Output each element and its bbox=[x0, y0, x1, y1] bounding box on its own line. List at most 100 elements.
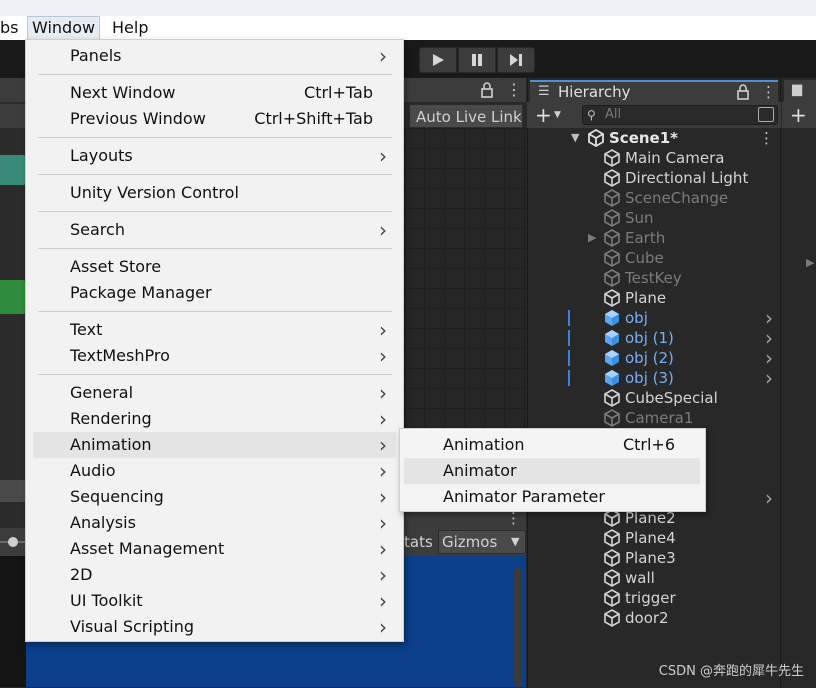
prefab-cube-icon bbox=[603, 349, 621, 367]
menu-item-rendering[interactable]: Rendering› bbox=[26, 406, 403, 432]
gameobject-cube-icon bbox=[603, 529, 621, 547]
menu-item-next-window[interactable]: Next WindowCtrl+Tab bbox=[26, 80, 403, 106]
chevron-right-icon[interactable]: › bbox=[765, 308, 773, 328]
chevron-right-icon[interactable]: › bbox=[765, 348, 773, 368]
menubar-item-help[interactable]: Help bbox=[108, 16, 152, 40]
menubar-item-window[interactable]: Window bbox=[27, 16, 100, 40]
gizmos-button[interactable]: Gizmos ▼ bbox=[438, 530, 526, 554]
expand-arrow-icon[interactable]: ▶ bbox=[806, 256, 814, 269]
pause-button[interactable] bbox=[458, 47, 496, 73]
hierarchy-row[interactable]: SceneChange bbox=[527, 188, 781, 208]
chevron-right-icon[interactable]: › bbox=[765, 488, 773, 508]
hierarchy-row[interactable]: TestKey bbox=[527, 268, 781, 288]
hierarchy-row[interactable]: obj (1)› bbox=[527, 328, 781, 348]
menu-item-label: Analysis bbox=[70, 510, 136, 536]
chevron-right-icon: › bbox=[379, 143, 387, 169]
slider-track[interactable] bbox=[0, 534, 26, 550]
lock-icon[interactable] bbox=[480, 82, 494, 98]
scene-control[interactable] bbox=[0, 480, 26, 502]
list-icon: ☰ bbox=[538, 82, 550, 102]
more-icon[interactable]: ⋮ bbox=[506, 78, 522, 102]
chevron-right-icon[interactable]: › bbox=[765, 328, 773, 348]
menu-item-asset-store[interactable]: Asset Store bbox=[26, 254, 403, 280]
hierarchy-row[interactable]: Camera1 bbox=[527, 408, 781, 428]
hierarchy-row[interactable]: Cube bbox=[527, 248, 781, 268]
scene-toolbar bbox=[0, 104, 26, 128]
hierarchy-row[interactable]: Main Camera bbox=[527, 148, 781, 168]
menu-item-asset-management[interactable]: Asset Management› bbox=[26, 536, 403, 562]
scene-row[interactable]: ▼ Scene1* ⋮ bbox=[527, 128, 781, 148]
menu-item-textmeshpro[interactable]: TextMeshPro› bbox=[26, 343, 403, 369]
add-icon[interactable]: + bbox=[790, 102, 807, 128]
more-icon[interactable]: ⋮ bbox=[759, 128, 774, 148]
chevron-right-icon[interactable]: › bbox=[765, 368, 773, 388]
menu-item-panels[interactable]: Panels› bbox=[26, 43, 403, 69]
hierarchy-row-label: CubeSpecial bbox=[625, 388, 718, 408]
menu-item-label: Text bbox=[70, 317, 102, 343]
menu-item-unity-version-control[interactable]: Unity Version Control bbox=[26, 180, 403, 206]
menu-item-animation[interactable]: Animation› bbox=[33, 432, 396, 458]
dropdown-arrow-icon: ▼ bbox=[511, 531, 519, 553]
hierarchy-row[interactable]: Plane3 bbox=[527, 548, 781, 568]
step-button[interactable] bbox=[497, 47, 535, 73]
hierarchy-row[interactable]: door2 bbox=[527, 608, 781, 628]
gameobject-cube-icon bbox=[603, 169, 621, 187]
submenu-item-animator[interactable]: Animator bbox=[404, 458, 700, 484]
hierarchy-search-input[interactable]: ⚲ All bbox=[582, 105, 778, 125]
menu-separator bbox=[38, 248, 392, 249]
node-green[interactable] bbox=[0, 280, 26, 314]
submenu-item-animation[interactable]: AnimationCtrl+6 bbox=[400, 432, 705, 458]
hierarchy-row[interactable]: Plane4 bbox=[527, 528, 781, 548]
hierarchy-row[interactable]: Plane bbox=[527, 288, 781, 308]
menu-item-label: Previous Window bbox=[70, 106, 206, 132]
dropdown-arrow-icon[interactable]: ▼ bbox=[554, 102, 561, 128]
hierarchy-row-label: TestKey bbox=[625, 268, 682, 288]
menu-item-text[interactable]: Text› bbox=[26, 317, 403, 343]
hierarchy-row[interactable]: Sun bbox=[527, 208, 781, 228]
gameobject-cube-icon bbox=[603, 249, 621, 267]
menu-item-sequencing[interactable]: Sequencing› bbox=[26, 484, 403, 510]
expand-arrow-icon[interactable]: ▶ bbox=[588, 228, 596, 248]
hierarchy-row[interactable]: trigger bbox=[527, 588, 781, 608]
add-icon[interactable]: + bbox=[535, 102, 552, 128]
menu-item-audio[interactable]: Audio› bbox=[26, 458, 403, 484]
search-filter-icon[interactable] bbox=[758, 107, 774, 122]
menu-item-label: Layouts bbox=[70, 143, 133, 169]
menu-item-label: Package Manager bbox=[70, 280, 212, 306]
lock-icon[interactable] bbox=[736, 84, 750, 100]
hierarchy-row[interactable]: obj (3)› bbox=[527, 368, 781, 388]
menu-item-ui-toolkit[interactable]: UI Toolkit› bbox=[26, 588, 403, 614]
scrollbar[interactable] bbox=[514, 568, 522, 687]
expand-arrow-icon[interactable]: ▼ bbox=[571, 128, 579, 148]
hierarchy-row[interactable]: ▶Earth bbox=[527, 228, 781, 248]
project-tab[interactable]: ▆ bbox=[784, 80, 816, 102]
menu-item-previous-window[interactable]: Previous WindowCtrl+Shift+Tab bbox=[26, 106, 403, 132]
gizmos-label: Gizmos bbox=[442, 533, 497, 551]
gameobject-cube-icon bbox=[603, 209, 621, 227]
stats-button[interactable]: tats bbox=[404, 528, 433, 556]
menu-item-search[interactable]: Search› bbox=[26, 217, 403, 243]
submenu-item-animator-parameter[interactable]: Animator Parameter bbox=[400, 484, 705, 510]
more-icon[interactable]: ⋮ bbox=[761, 82, 776, 102]
menu-item-general[interactable]: General› bbox=[26, 380, 403, 406]
play-button[interactable] bbox=[419, 47, 457, 73]
node-teal[interactable] bbox=[0, 155, 26, 185]
gameobject-cube-icon bbox=[603, 389, 621, 407]
hierarchy-tab[interactable]: ☰ Hierarchy ⋮ bbox=[530, 80, 778, 102]
menubar-item-tabs[interactable]: bs bbox=[0, 16, 23, 40]
hierarchy-row[interactable]: Directional Light bbox=[527, 168, 781, 188]
menu-item-layouts[interactable]: Layouts › bbox=[26, 143, 403, 169]
menu-item-visual-scripting[interactable]: Visual Scripting› bbox=[26, 614, 403, 640]
hierarchy-row[interactable]: wall bbox=[527, 568, 781, 588]
hierarchy-row-label: Plane4 bbox=[625, 528, 676, 548]
search-placeholder: All bbox=[605, 106, 621, 124]
auto-live-link-button[interactable]: Auto Live Link bbox=[409, 104, 523, 128]
hierarchy-row[interactable]: obj› bbox=[527, 308, 781, 328]
menu-item-2d[interactable]: 2D› bbox=[26, 562, 403, 588]
menu-item-analysis[interactable]: Analysis› bbox=[26, 510, 403, 536]
menu-item-package-manager[interactable]: Package Manager bbox=[26, 280, 403, 306]
hierarchy-row[interactable]: obj (2)› bbox=[527, 348, 781, 368]
hierarchy-row[interactable]: CubeSpecial bbox=[527, 388, 781, 408]
menu-item-label: Panels bbox=[70, 43, 122, 69]
animator-header: ⋮ bbox=[404, 78, 526, 102]
